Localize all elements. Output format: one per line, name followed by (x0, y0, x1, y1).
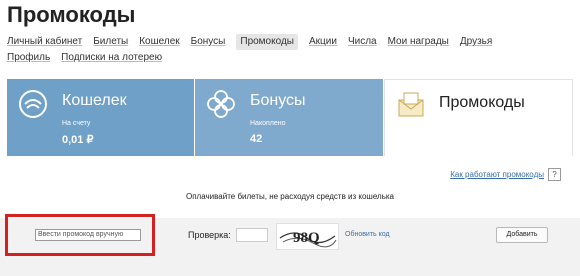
envelope-icon (398, 92, 424, 117)
wallet-balance: 0,01 ₽ (62, 134, 94, 146)
nav-item-row1-8[interactable]: Друзья (460, 34, 492, 50)
promo-info-box: Как работают промокоды ? Оплачивайте бил… (7, 156, 573, 218)
nav-item-row2-1[interactable]: Подписки на лотерею (61, 50, 162, 66)
nav-item-row1-5[interactable]: Акции (309, 34, 337, 50)
account-nav: Личный кабинет Билеты Кошелек Бонусы Промоко… (7, 34, 567, 66)
nav-row-1: Личный кабинет Билеты Кошелек Бонусы Промоко… (7, 34, 567, 50)
captcha-text: 98Q (293, 230, 320, 246)
bonus-panel[interactable]: Бонусы Накоплено 42 (195, 79, 383, 156)
wallet-label: На счету (62, 120, 91, 127)
how-promo-works-link[interactable]: Как работают промокоды (450, 170, 544, 179)
nav-item-row1-0[interactable]: Личный кабинет (7, 34, 82, 50)
nav-item-row1-6[interactable]: Числа (348, 34, 377, 50)
promo-code-input[interactable]: Ввести промокод вручную (35, 229, 141, 241)
pay-description: Оплачивайте билеты, не расходуя средств … (185, 192, 394, 201)
captcha-input[interactable] (236, 228, 268, 242)
add-promo-button[interactable]: Добавить (496, 227, 548, 243)
nav-item-row1-4[interactable]: Промокоды (236, 34, 298, 50)
promo-panel[interactable]: Промокоды (384, 79, 573, 157)
nav-item-row2-0[interactable]: Профиль (7, 50, 50, 66)
bonus-value: 42 (250, 133, 263, 145)
page-title: Промокоды (7, 2, 136, 27)
wallet-panel[interactable]: Кошелек На счету 0,01 ₽ (7, 79, 194, 156)
wallet-title: Кошелек (62, 92, 127, 109)
refresh-captcha-link[interactable]: Обновить код (345, 231, 390, 238)
nav-row-2: Профиль Подписки на лотерею (7, 50, 567, 66)
bonus-label: Накоплено (250, 120, 286, 127)
promo-title: Промокоды (439, 94, 525, 111)
wallet-icon (19, 90, 47, 118)
help-icon[interactable]: ? (548, 168, 561, 181)
nav-item-row1-2[interactable]: Кошелек (139, 34, 179, 50)
nav-item-row1-1[interactable]: Билеты (93, 34, 128, 50)
nav-item-row1-7[interactable]: Мои награды (388, 34, 449, 50)
nav-item-row1-3[interactable]: Бонусы (191, 34, 226, 50)
clover-icon (207, 90, 235, 118)
captcha-label: Проверка: (188, 230, 231, 240)
captcha-image: 98Q (276, 223, 339, 250)
bonus-title: Бонусы (250, 92, 306, 109)
